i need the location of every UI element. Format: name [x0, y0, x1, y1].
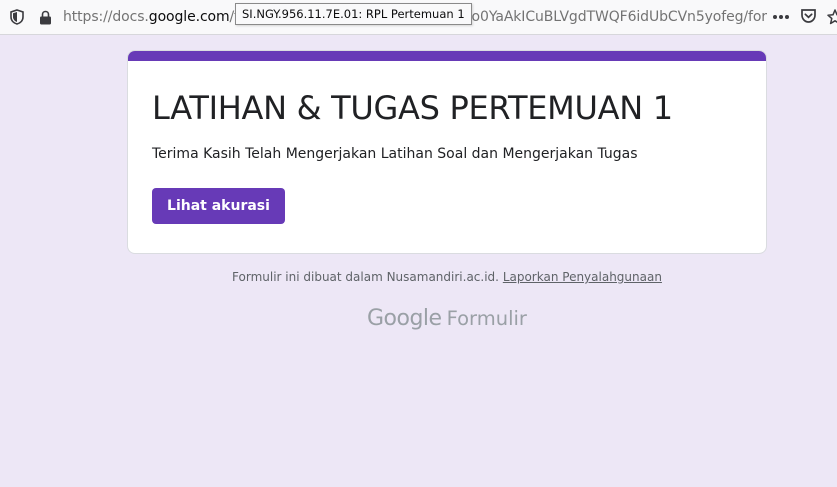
form-accent-bar — [128, 51, 766, 61]
footer-note: Formulir ini dibuat dalam Nusamandiri.ac… — [0, 270, 837, 284]
form-confirmation-card: LATIHAN & TUGAS PERTEMUAN 1 Terima Kasih… — [127, 50, 767, 254]
pocket-icon[interactable] — [800, 8, 818, 26]
browser-url-bar: https://docs.google.com/forms/d/e/1FAIpQ… — [0, 0, 837, 35]
google-wordmark: Google — [367, 306, 442, 331]
view-score-button[interactable]: Lihat akurasi — [152, 188, 285, 224]
more-options-icon[interactable] — [770, 8, 792, 26]
form-title: LATIHAN & TUGAS PERTEMUAN 1 — [152, 89, 673, 127]
footer-text: Formulir ini dibuat dalam Nusamandiri.ac… — [232, 270, 499, 284]
google-forms-logo[interactable]: Google Formulir — [367, 306, 527, 334]
confirmation-message: Terima Kasih Telah Mengerjakan Latihan S… — [152, 146, 638, 162]
tracking-shield-icon[interactable] — [8, 8, 26, 26]
tab-title-tooltip: SI.NGY.956.11.7E.01: RPL Pertemuan 1 — [235, 3, 472, 25]
bookmark-star-icon[interactable] — [826, 8, 837, 26]
lock-icon[interactable] — [36, 8, 54, 26]
forms-wordmark: Formulir — [446, 307, 527, 330]
report-abuse-link[interactable]: Laporkan Penyalahgunaan — [503, 270, 662, 284]
